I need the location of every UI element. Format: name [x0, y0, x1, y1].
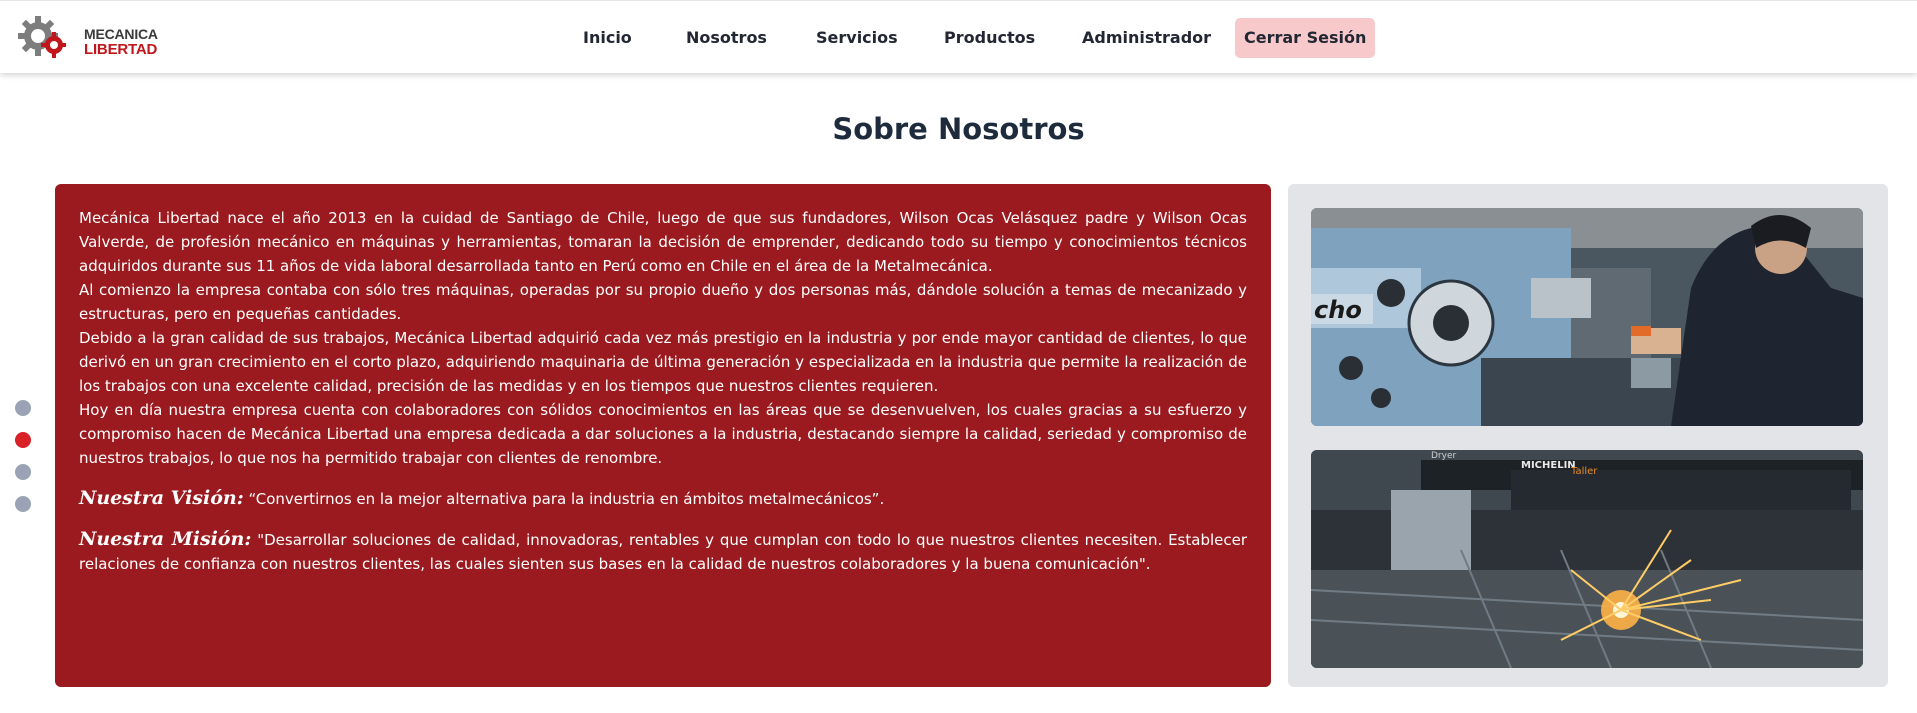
nav-inicio[interactable]: Inicio [574, 18, 641, 58]
lathe-brand-text: cho [1314, 296, 1362, 324]
brand-name: MECANICA LIBERTAD [84, 26, 158, 58]
brand-logo[interactable]: MECANICA LIBERTAD [18, 15, 178, 61]
about-panel: Mecánica Libertad nace el año 2013 en la… [55, 184, 1271, 687]
top-navbar: MECANICA LIBERTAD Inicio Nosotros Servic… [0, 0, 1917, 73]
nav-productos[interactable]: Productos [935, 18, 1044, 58]
plasma-cutting-photo: Dryer MICHELIN Taller [1311, 450, 1863, 668]
brand-line-1: MECANICA [84, 26, 158, 42]
about-paragraph-2: Al comienzo la empresa contaba con sólo … [79, 281, 1247, 323]
carousel-dot-3[interactable] [15, 464, 31, 480]
mission-label: Nuestra Misión: [79, 528, 252, 550]
vision-label: Nuestra Visión: [79, 487, 244, 509]
mission-block: Nuestra Misión: "Desarrollar soluciones … [79, 527, 1247, 576]
brand-line-2: LIBERTAD [84, 41, 158, 58]
nav-servicios[interactable]: Servicios [807, 18, 907, 58]
nav-nosotros[interactable]: Nosotros [677, 18, 776, 58]
nav-administrador[interactable]: Administrador [1073, 18, 1220, 58]
carousel-dot-1[interactable] [15, 400, 31, 416]
lathe-worker-photo: cho [1311, 208, 1863, 426]
about-paragraph-3: Debido a la gran calidad de sus trabajos… [79, 329, 1247, 395]
vision-block: Nuestra Visión: “Convertirnos en la mejo… [79, 486, 1247, 511]
about-paragraph-1: Mecánica Libertad nace el año 2013 en la… [79, 209, 1247, 275]
vision-text: “Convertirnos en la mejor alternativa pa… [248, 490, 885, 508]
carousel-dot-4[interactable] [15, 496, 31, 512]
sticker-dryer: Dryer [1431, 451, 1456, 461]
sticker-taller: Taller [1570, 466, 1598, 477]
sticker-michelin: MICHELIN [1521, 460, 1576, 471]
logout-button[interactable]: Cerrar Sesión [1235, 18, 1376, 58]
carousel-dot-2[interactable] [15, 432, 31, 448]
page-title: Sobre Nosotros [832, 112, 1085, 146]
gear-logo-icon [18, 16, 66, 58]
mission-text: "Desarrollar soluciones de calidad, inno… [79, 531, 1248, 573]
photo-gallery: cho Dryer MICHELIN Taller [1288, 184, 1888, 687]
about-paragraph-4: Hoy en día nuestra empresa cuenta con co… [79, 401, 1247, 467]
